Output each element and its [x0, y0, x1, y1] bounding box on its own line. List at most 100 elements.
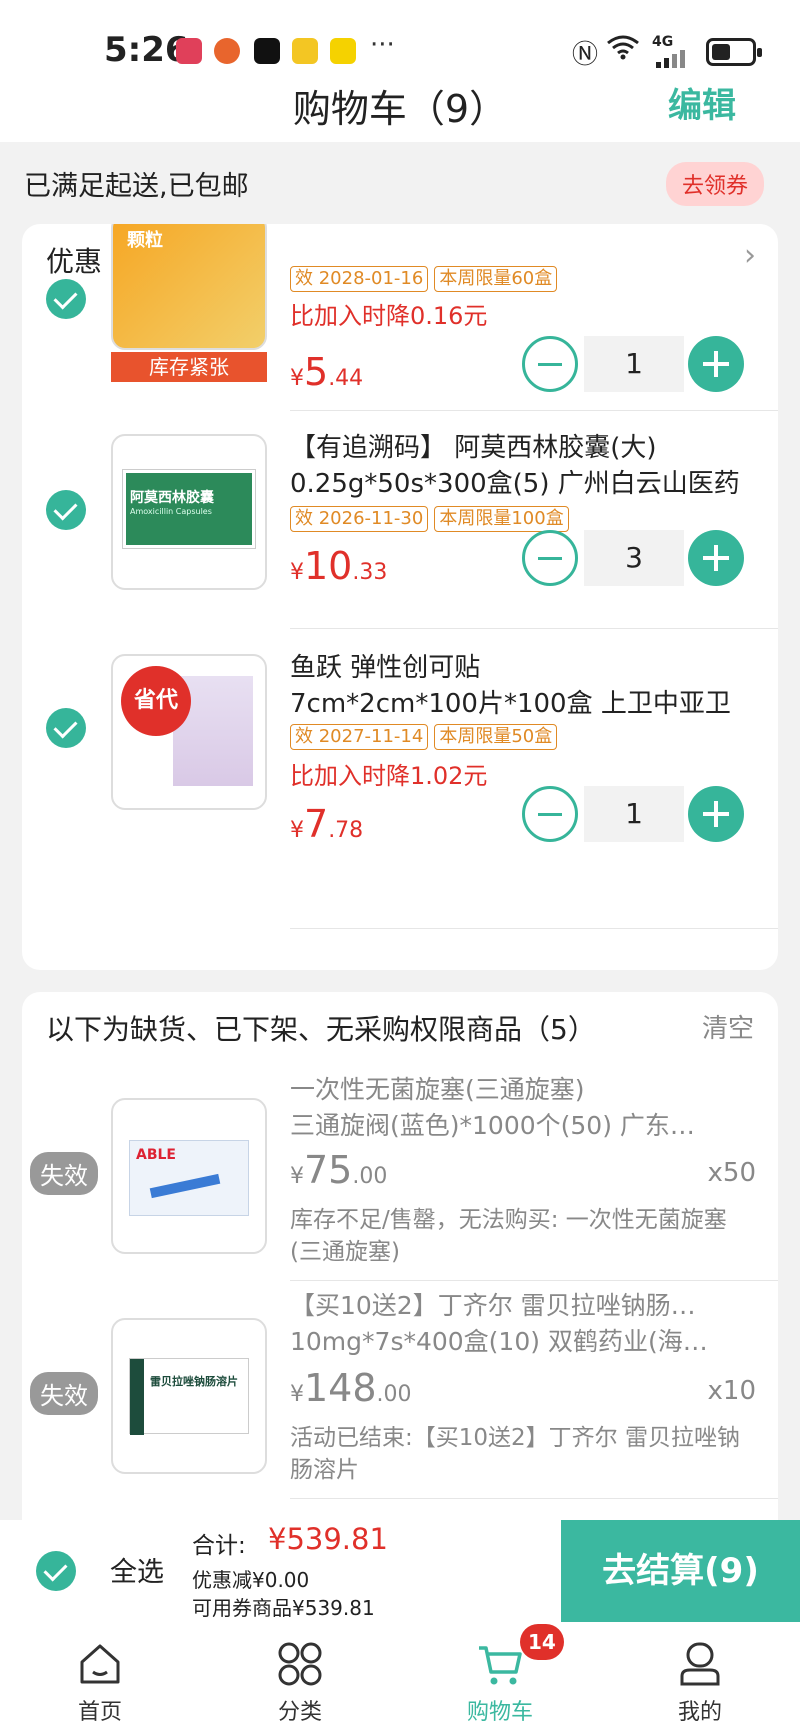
page-header: 购物车（9） 编辑 [0, 70, 800, 142]
tab-profile[interactable]: 我的 [600, 1622, 800, 1726]
huawei-app-icon [176, 38, 202, 64]
product-image[interactable]: 省代 [111, 654, 267, 810]
product-image-text: 阿莫西林胶囊 [130, 490, 214, 506]
get-coupon-button[interactable]: 去领券 [665, 162, 764, 206]
product-tags: 效 2028-01-16 本周限量60盒 [290, 266, 563, 292]
decrease-quantity-button[interactable] [522, 336, 578, 392]
invalid-badge: 失效 [30, 1372, 98, 1415]
profile-icon [676, 1640, 724, 1688]
item-divider [290, 1280, 778, 1281]
product-image[interactable]: 雷贝拉唑钠肠溶片 [111, 1318, 267, 1474]
promo-card: 优惠 › 颗粒 库存紧张 效 2028-01-16 本周限量60盒 比加入时降0.… [22, 224, 778, 970]
price-drop-text: 比加入时降1.02元 [290, 762, 488, 790]
select-all-checkbox[interactable] [36, 1551, 76, 1591]
tab-label: 首页 [77, 1700, 122, 1725]
product-image-badge: 省代 [121, 666, 191, 736]
promo-section-title: 优惠 [46, 245, 103, 278]
tab-cart[interactable]: 购物车 [400, 1622, 600, 1726]
price-drop-text: 比加入时降0.16元 [290, 302, 488, 330]
tab-label: 购物车 [466, 1700, 533, 1725]
product-spec[interactable]: 10mg*7s*400盒(10) 双鹤药业(海… [290, 1324, 760, 1360]
item-checkbox[interactable] [46, 490, 86, 530]
limit-tag: 本周限量60盒 [434, 266, 558, 292]
cart-icon [476, 1640, 524, 1688]
product-image-text: 颗粒 [127, 230, 163, 251]
quantity-input[interactable]: 1 [584, 336, 684, 392]
item-divider [290, 1498, 778, 1499]
product-name[interactable]: 鱼跃 弹性创可贴 [290, 650, 770, 686]
increase-quantity-button[interactable] [688, 336, 744, 392]
discount-text: 优惠减¥0.00 [192, 1568, 310, 1592]
product-image-text: 雷贝拉唑钠肠溶片 [150, 1375, 238, 1388]
limit-tag: 本周限量100盒 [434, 506, 569, 532]
invalid-badge: 失效 [30, 1152, 98, 1195]
signal-icon [656, 50, 696, 72]
shipping-notice-text: 已满足起送,已包邮 [24, 171, 249, 202]
expiry-tag: 效 2028-01-16 [290, 266, 429, 292]
yy-app-icon [330, 38, 356, 64]
category-icon [276, 1640, 324, 1688]
item-price: ¥5.44 [290, 350, 364, 394]
tab-home[interactable]: 首页 [0, 1622, 200, 1726]
more-notifications-icon: ··· [370, 30, 395, 60]
item-price: ¥7.78 [290, 802, 364, 846]
network-type: 4G [652, 34, 674, 50]
product-image-subtext: Amoxicillin Capsules [130, 507, 212, 516]
tab-label: 分类 [277, 1700, 322, 1725]
total-value: ¥539.81 [268, 1522, 388, 1556]
coupon-eligible-text: 可用券商品¥539.81 [192, 1596, 375, 1620]
product-name[interactable]: 【有追溯码】 阿莫西林胶囊(大) [290, 430, 770, 466]
product-image[interactable]: 阿莫西林胶囊 Amoxicillin Capsules [111, 434, 267, 590]
item-divider [290, 928, 778, 929]
quantity-input[interactable]: 1 [584, 786, 684, 842]
wifi-icon [606, 34, 640, 67]
cart-count-badge: 14 [520, 1624, 564, 1660]
product-image-text: ABLE [136, 1147, 176, 1163]
bottom-tab-bar: 首页 分类 购物车 我的 [0, 1622, 800, 1733]
item-checkbox[interactable] [46, 708, 86, 748]
low-stock-badge: 库存紧张 [111, 352, 267, 382]
clear-invalid-button[interactable]: 清空 [702, 1008, 754, 1045]
item-checkbox[interactable] [46, 279, 86, 319]
tiktok-icon [254, 38, 280, 64]
battery-icon [706, 38, 762, 66]
item-quantity: x10 [707, 1376, 756, 1406]
invalid-reason: 活动已结束:【买10送2】丁齐尔 雷贝拉唑钠肠溶片 [290, 1425, 740, 1483]
product-name[interactable]: 一次性无菌旋塞(三通旋塞) [290, 1072, 760, 1108]
tab-category[interactable]: 分类 [200, 1622, 400, 1726]
product-image[interactable]: ABLE [111, 1098, 267, 1254]
chevron-right-icon[interactable]: › [744, 238, 756, 273]
increase-quantity-button[interactable] [688, 786, 744, 842]
item-price: ¥10.33 [290, 544, 388, 588]
checkout-button[interactable]: 去结算(9) [561, 1520, 800, 1622]
product-name[interactable]: 【买10送2】丁齐尔 雷贝拉唑钠肠… [290, 1288, 760, 1324]
item-divider [290, 410, 778, 411]
invalid-items-card: 以下为缺货、已下架、无采购权限商品（5） 清空 失效 ABLE 一次性无菌旋塞(… [22, 992, 778, 1552]
product-spec[interactable]: 7cm*2cm*100片*100盒 上卫中亚卫 [290, 686, 770, 722]
checkout-bar: 全选 合计: ¥539.81 优惠减¥0.00 可用券商品¥539.81 去结算… [0, 1520, 800, 1622]
product-tags: 效 2027-11-14 本周限量50盒 [290, 724, 563, 750]
tab-label: 我的 [677, 1700, 722, 1725]
shipping-notice: 已满足起送,已包邮 去领券 [0, 142, 800, 222]
quantity-input[interactable]: 3 [584, 530, 684, 586]
app-notification-icon [214, 38, 240, 64]
item-divider [290, 628, 778, 629]
product-spec[interactable]: 三通旋阀(蓝色)*1000个(50) 广东… [290, 1108, 760, 1144]
product-spec[interactable]: 0.25g*50s*300盒(5) 广州白云山医药 [290, 466, 770, 502]
home-icon [76, 1640, 124, 1688]
item-price: ¥148.00 [290, 1366, 412, 1410]
expiry-tag: 效 2027-11-14 [290, 724, 429, 750]
decrease-quantity-button[interactable] [522, 786, 578, 842]
decrease-quantity-button[interactable] [522, 530, 578, 586]
video-app-icon [292, 38, 318, 64]
invalid-reason: 库存不足/售罄，无法购买: 一次性无菌旋塞(三通旋塞) [290, 1207, 727, 1265]
total-label: 合计: [192, 1533, 246, 1559]
item-price: ¥75.00 [290, 1148, 388, 1192]
limit-tag: 本周限量50盒 [434, 724, 558, 750]
product-image[interactable]: 颗粒 [111, 224, 267, 350]
nfc-icon: Ⓝ [572, 40, 599, 70]
edit-button[interactable]: 编辑 [668, 78, 736, 127]
increase-quantity-button[interactable] [688, 530, 744, 586]
select-all-label[interactable]: 全选 [110, 1550, 164, 1589]
product-tags: 效 2026-11-30 本周限量100盒 [290, 506, 575, 532]
